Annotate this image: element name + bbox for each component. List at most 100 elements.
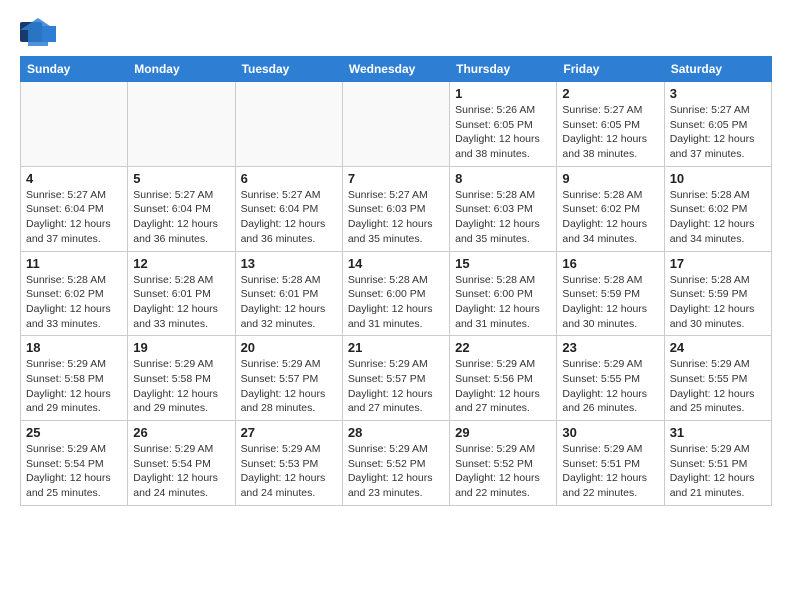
day-info: Sunrise: 5:28 AM Sunset: 6:02 PM Dayligh… xyxy=(562,188,658,247)
day-header-tuesday: Tuesday xyxy=(235,57,342,82)
day-info: Sunrise: 5:28 AM Sunset: 6:01 PM Dayligh… xyxy=(133,273,229,332)
calendar-cell: 31 Sunrise: 5:29 AM Sunset: 5:51 PM Dayli… xyxy=(664,421,771,506)
day-number: 28 xyxy=(348,425,444,440)
day-header-friday: Friday xyxy=(557,57,664,82)
day-info: Sunrise: 5:27 AM Sunset: 6:04 PM Dayligh… xyxy=(241,188,337,247)
day-number: 13 xyxy=(241,256,337,271)
calendar-cell: 4 Sunrise: 5:27 AM Sunset: 6:04 PM Daylig… xyxy=(21,166,128,251)
calendar-cell: 25 Sunrise: 5:29 AM Sunset: 5:54 PM Dayli… xyxy=(21,421,128,506)
day-number: 14 xyxy=(348,256,444,271)
day-info: Sunrise: 5:27 AM Sunset: 6:05 PM Dayligh… xyxy=(670,103,766,162)
calendar-cell: 27 Sunrise: 5:29 AM Sunset: 5:53 PM Dayli… xyxy=(235,421,342,506)
day-number: 16 xyxy=(562,256,658,271)
calendar-cell: 18 Sunrise: 5:29 AM Sunset: 5:58 PM Dayli… xyxy=(21,336,128,421)
calendar-cell: 24 Sunrise: 5:29 AM Sunset: 5:55 PM Dayli… xyxy=(664,336,771,421)
calendar-cell xyxy=(342,82,449,167)
day-number: 27 xyxy=(241,425,337,440)
day-info: Sunrise: 5:28 AM Sunset: 6:00 PM Dayligh… xyxy=(455,273,551,332)
calendar-header-row: SundayMondayTuesdayWednesdayThursdayFrid… xyxy=(21,57,772,82)
day-info: Sunrise: 5:28 AM Sunset: 5:59 PM Dayligh… xyxy=(670,273,766,332)
day-number: 12 xyxy=(133,256,229,271)
calendar-week-row: 1Sunrise: 5:26 AM Sunset: 6:05 PM Daylig… xyxy=(21,82,772,167)
day-number: 6 xyxy=(241,171,337,186)
day-number: 26 xyxy=(133,425,229,440)
calendar-cell: 7 Sunrise: 5:27 AM Sunset: 6:03 PM Daylig… xyxy=(342,166,449,251)
day-info: Sunrise: 5:27 AM Sunset: 6:03 PM Dayligh… xyxy=(348,188,444,247)
calendar-cell: 3 Sunrise: 5:27 AM Sunset: 6:05 PM Daylig… xyxy=(664,82,771,167)
day-info: Sunrise: 5:27 AM Sunset: 6:04 PM Dayligh… xyxy=(133,188,229,247)
day-info: Sunrise: 5:29 AM Sunset: 5:54 PM Dayligh… xyxy=(133,442,229,501)
calendar-cell: 15 Sunrise: 5:28 AM Sunset: 6:00 PM Dayli… xyxy=(450,251,557,336)
calendar-cell: 6 Sunrise: 5:27 AM Sunset: 6:04 PM Daylig… xyxy=(235,166,342,251)
day-number: 25 xyxy=(26,425,122,440)
calendar-cell: 11Sunrise: 5:28 AM Sunset: 6:02 PM Dayli… xyxy=(21,251,128,336)
calendar-cell: 28 Sunrise: 5:29 AM Sunset: 5:52 PM Dayli… xyxy=(342,421,449,506)
day-number: 5 xyxy=(133,171,229,186)
day-number: 9 xyxy=(562,171,658,186)
calendar-table: SundayMondayTuesdayWednesdayThursdayFrid… xyxy=(20,56,772,506)
calendar-cell xyxy=(21,82,128,167)
calendar-cell: 22 Sunrise: 5:29 AM Sunset: 5:56 PM Dayli… xyxy=(450,336,557,421)
day-info: Sunrise: 5:29 AM Sunset: 5:51 PM Dayligh… xyxy=(670,442,766,501)
calendar-cell: 29 Sunrise: 5:29 AM Sunset: 5:52 PM Dayli… xyxy=(450,421,557,506)
day-number: 3 xyxy=(670,86,766,101)
day-number: 2 xyxy=(562,86,658,101)
logo xyxy=(20,16,60,48)
day-number: 18 xyxy=(26,340,122,355)
calendar-cell: 12 Sunrise: 5:28 AM Sunset: 6:01 PM Dayli… xyxy=(128,251,235,336)
calendar-cell: 26 Sunrise: 5:29 AM Sunset: 5:54 PM Dayli… xyxy=(128,421,235,506)
calendar-cell: 16 Sunrise: 5:28 AM Sunset: 5:59 PM Dayli… xyxy=(557,251,664,336)
day-info: Sunrise: 5:28 AM Sunset: 6:03 PM Dayligh… xyxy=(455,188,551,247)
day-number: 31 xyxy=(670,425,766,440)
day-number: 15 xyxy=(455,256,551,271)
day-info: Sunrise: 5:29 AM Sunset: 5:58 PM Dayligh… xyxy=(26,357,122,416)
day-info: Sunrise: 5:29 AM Sunset: 5:55 PM Dayligh… xyxy=(562,357,658,416)
day-number: 22 xyxy=(455,340,551,355)
day-number: 24 xyxy=(670,340,766,355)
day-info: Sunrise: 5:29 AM Sunset: 5:56 PM Dayligh… xyxy=(455,357,551,416)
calendar-cell: 9 Sunrise: 5:28 AM Sunset: 6:02 PM Daylig… xyxy=(557,166,664,251)
calendar-cell: 2 Sunrise: 5:27 AM Sunset: 6:05 PM Daylig… xyxy=(557,82,664,167)
day-header-wednesday: Wednesday xyxy=(342,57,449,82)
calendar-cell: 20Sunrise: 5:29 AM Sunset: 5:57 PM Dayli… xyxy=(235,336,342,421)
calendar-cell: 17 Sunrise: 5:28 AM Sunset: 5:59 PM Dayli… xyxy=(664,251,771,336)
calendar-cell: 5 Sunrise: 5:27 AM Sunset: 6:04 PM Daylig… xyxy=(128,166,235,251)
calendar-cell: 21 Sunrise: 5:29 AM Sunset: 5:57 PM Dayli… xyxy=(342,336,449,421)
day-info: Sunrise: 5:29 AM Sunset: 5:55 PM Dayligh… xyxy=(670,357,766,416)
day-header-saturday: Saturday xyxy=(664,57,771,82)
day-header-monday: Monday xyxy=(128,57,235,82)
day-info: Sunrise: 5:28 AM Sunset: 5:59 PM Dayligh… xyxy=(562,273,658,332)
calendar-week-row: 4 Sunrise: 5:27 AM Sunset: 6:04 PM Daylig… xyxy=(21,166,772,251)
calendar-week-row: 18 Sunrise: 5:29 AM Sunset: 5:58 PM Dayli… xyxy=(21,336,772,421)
calendar-cell: 13Sunrise: 5:28 AM Sunset: 6:01 PM Dayli… xyxy=(235,251,342,336)
day-info: Sunrise: 5:29 AM Sunset: 5:52 PM Dayligh… xyxy=(455,442,551,501)
day-info: Sunrise: 5:28 AM Sunset: 6:02 PM Dayligh… xyxy=(26,273,122,332)
day-number: 7 xyxy=(348,171,444,186)
day-number: 4 xyxy=(26,171,122,186)
day-info: Sunrise: 5:29 AM Sunset: 5:53 PM Dayligh… xyxy=(241,442,337,501)
day-info: Sunrise: 5:29 AM Sunset: 5:52 PM Dayligh… xyxy=(348,442,444,501)
calendar-week-row: 25 Sunrise: 5:29 AM Sunset: 5:54 PM Dayli… xyxy=(21,421,772,506)
day-info: Sunrise: 5:29 AM Sunset: 5:51 PM Dayligh… xyxy=(562,442,658,501)
day-info: Sunrise: 5:28 AM Sunset: 6:00 PM Dayligh… xyxy=(348,273,444,332)
day-info: Sunrise: 5:26 AM Sunset: 6:05 PM Dayligh… xyxy=(455,103,551,162)
day-info: Sunrise: 5:29 AM Sunset: 5:57 PM Dayligh… xyxy=(241,357,337,416)
day-number: 29 xyxy=(455,425,551,440)
day-info: Sunrise: 5:28 AM Sunset: 6:02 PM Dayligh… xyxy=(670,188,766,247)
page-header xyxy=(20,16,772,48)
calendar-cell: 14 Sunrise: 5:28 AM Sunset: 6:00 PM Dayli… xyxy=(342,251,449,336)
day-number: 21 xyxy=(348,340,444,355)
day-number: 8 xyxy=(455,171,551,186)
calendar-cell xyxy=(235,82,342,167)
day-info: Sunrise: 5:29 AM Sunset: 5:58 PM Dayligh… xyxy=(133,357,229,416)
day-info: Sunrise: 5:29 AM Sunset: 5:57 PM Dayligh… xyxy=(348,357,444,416)
day-number: 17 xyxy=(670,256,766,271)
day-info: Sunrise: 5:27 AM Sunset: 6:04 PM Dayligh… xyxy=(26,188,122,247)
day-number: 19 xyxy=(133,340,229,355)
day-info: Sunrise: 5:27 AM Sunset: 6:05 PM Dayligh… xyxy=(562,103,658,162)
day-info: Sunrise: 5:29 AM Sunset: 5:54 PM Dayligh… xyxy=(26,442,122,501)
day-number: 10 xyxy=(670,171,766,186)
calendar-cell: 1Sunrise: 5:26 AM Sunset: 6:05 PM Daylig… xyxy=(450,82,557,167)
calendar-cell xyxy=(128,82,235,167)
day-number: 30 xyxy=(562,425,658,440)
